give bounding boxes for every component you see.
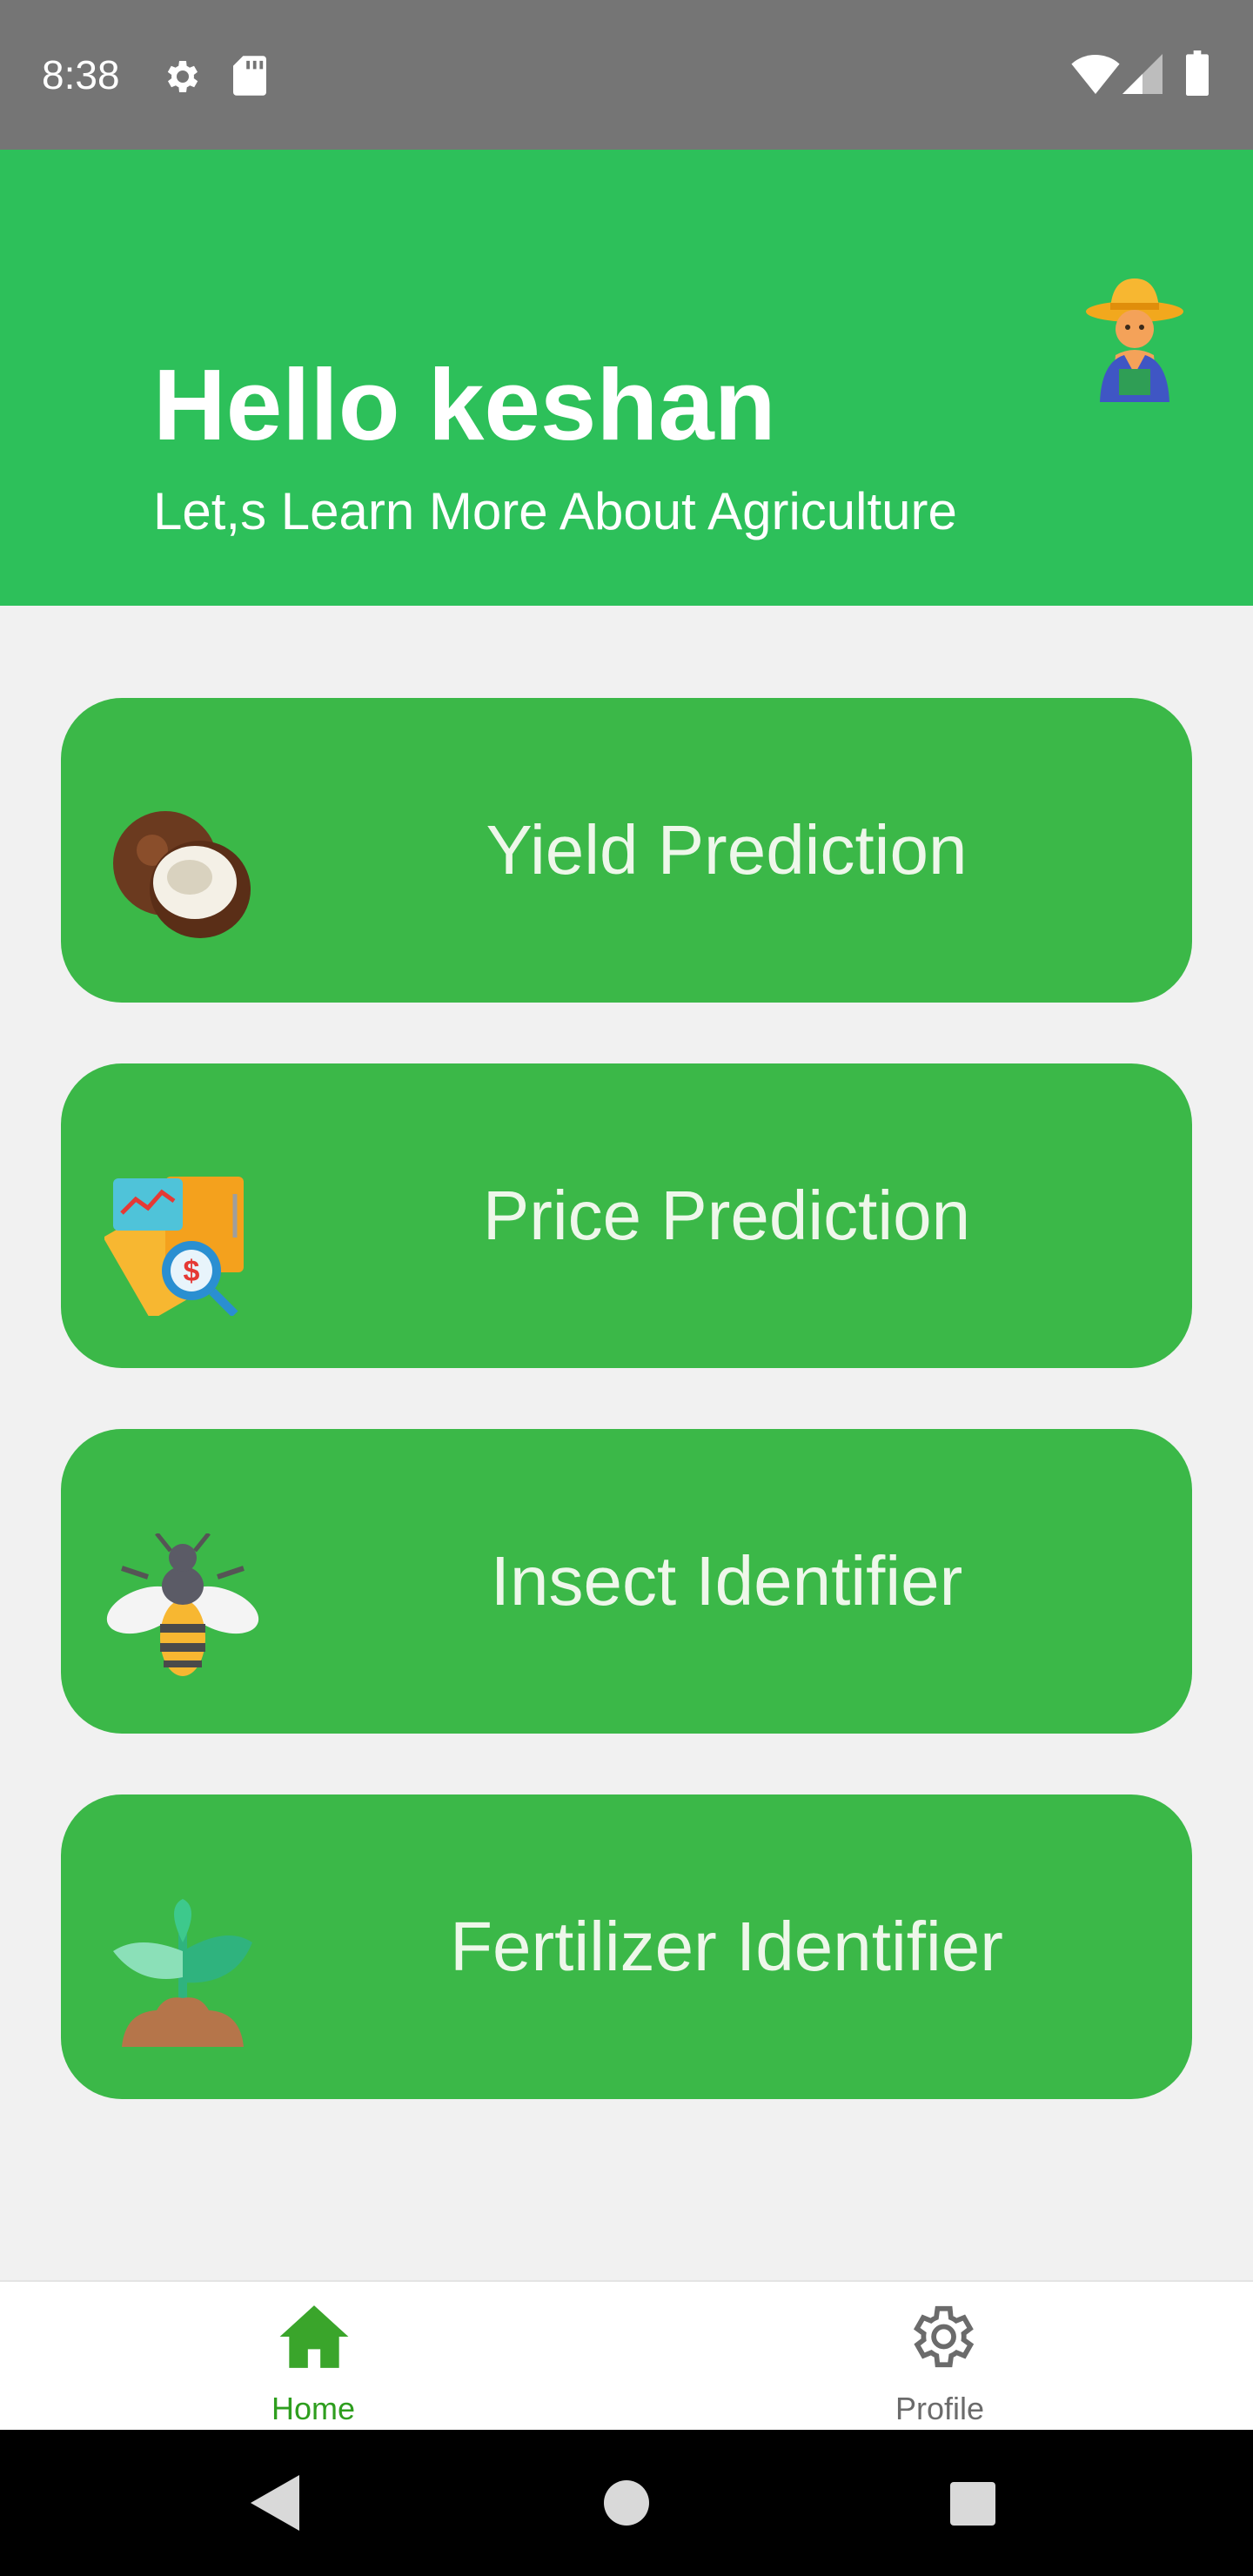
sd-card-icon bbox=[233, 56, 266, 96]
menu-card-insect-identifier[interactable]: Insect Identifier bbox=[61, 1429, 1192, 1734]
signal-icon bbox=[1122, 54, 1163, 94]
menu-card-price-prediction[interactable]: $ Price Prediction bbox=[61, 1063, 1192, 1368]
menu-card-label: Yield Prediction bbox=[486, 811, 968, 889]
menu-card-label: Insect Identifier bbox=[490, 1542, 963, 1620]
settings-gear-icon bbox=[914, 2305, 975, 2368]
price-chart-icon: $ bbox=[104, 1177, 244, 1316]
bottom-navigation: Home Profile bbox=[0, 2280, 1253, 2430]
back-icon[interactable] bbox=[251, 2475, 299, 2531]
menu-card-yield-prediction[interactable]: Yield Prediction bbox=[61, 698, 1192, 1003]
system-navigation-bar bbox=[0, 2430, 1253, 2576]
status-bar: 8:38 bbox=[0, 0, 1253, 150]
menu-card-label: Fertilizer Identifier bbox=[450, 1908, 1003, 1985]
greeting-title: Hello keshan bbox=[153, 348, 776, 461]
gear-icon bbox=[167, 61, 198, 92]
nav-item-home[interactable]: Home bbox=[183, 2282, 444, 2432]
recent-apps-icon[interactable] bbox=[950, 2482, 995, 2526]
nav-item-profile[interactable]: Profile bbox=[809, 2282, 1070, 2432]
nav-label-home: Home bbox=[271, 2391, 356, 2426]
home-circle-icon[interactable] bbox=[604, 2480, 649, 2526]
greeting-subtitle: Let,s Learn More About Agriculture bbox=[153, 482, 957, 540]
header-banner: Hello keshan Let,s Learn More About Agri… bbox=[0, 150, 1253, 606]
bee-icon bbox=[106, 1533, 259, 1676]
nav-label-profile: Profile bbox=[895, 2391, 985, 2426]
menu-card-label: Price Prediction bbox=[482, 1177, 971, 1254]
menu-card-fertilizer-identifier[interactable]: Fertilizer Identifier bbox=[61, 1794, 1192, 2099]
svg-text:$: $ bbox=[184, 1255, 200, 1288]
battery-icon bbox=[1186, 50, 1209, 96]
status-time: 8:38 bbox=[42, 52, 120, 97]
home-icon bbox=[279, 2305, 349, 2368]
wifi-icon bbox=[1071, 54, 1120, 94]
farmer-avatar-icon[interactable] bbox=[1082, 272, 1187, 402]
coconut-icon bbox=[113, 811, 251, 938]
plant-icon bbox=[113, 1899, 252, 2047]
